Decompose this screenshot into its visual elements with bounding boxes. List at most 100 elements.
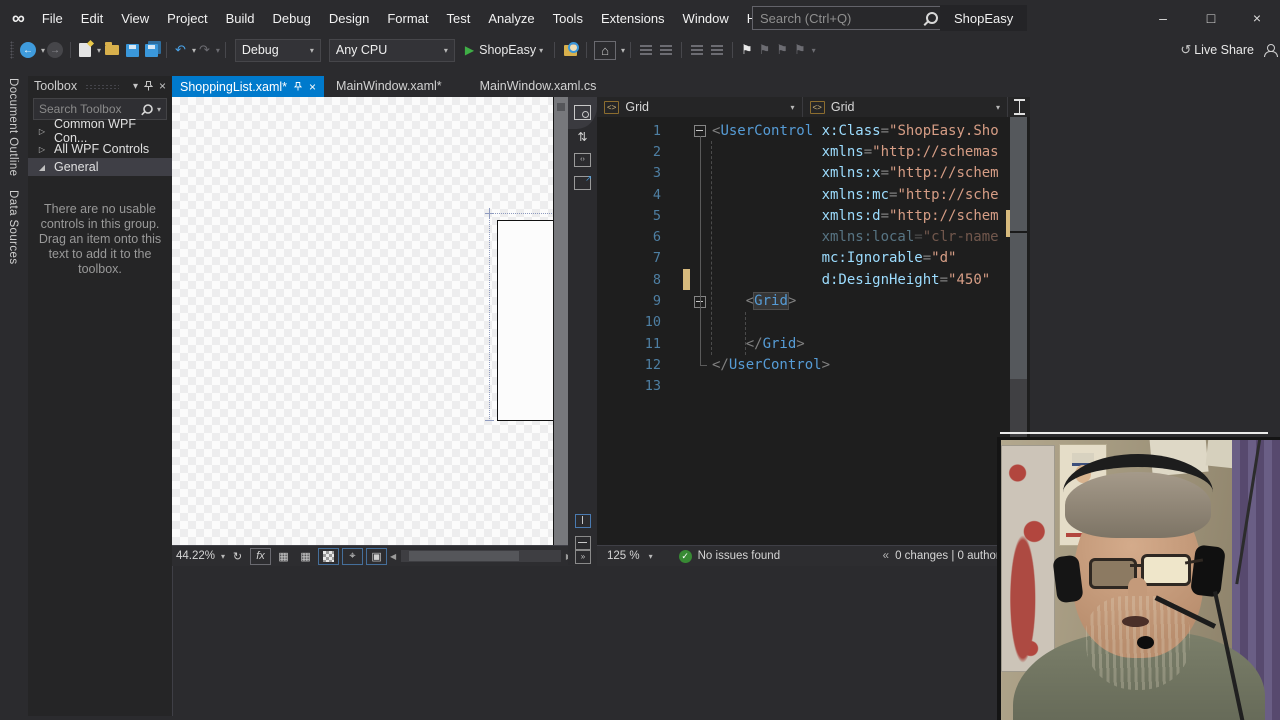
toggle-bookmark-icon[interactable]: ⚑ — [741, 42, 753, 58]
pin-icon[interactable] — [294, 82, 303, 91]
code-line-1[interactable]: 1 <UserControl x:Class="ShopEasy.Sho — [597, 120, 1030, 141]
code-line-9[interactable]: 9 <Grid> — [597, 290, 1030, 311]
maximize-button[interactable]: □ — [1188, 0, 1234, 36]
home-dropdown[interactable]: ▾ — [621, 46, 625, 55]
tab-mainwindow-xaml[interactable]: MainWindow.xaml* — [324, 76, 468, 97]
code-line-3[interactable]: 3 xmlns:x="http://schem — [597, 163, 1030, 184]
issues-status-text[interactable]: No issues found — [698, 550, 780, 562]
popout-xaml-icon[interactable]: ↗ — [574, 174, 592, 190]
scrollbar-thumb[interactable] — [409, 551, 520, 561]
solution-explorer-home-button[interactable]: ⌂ — [594, 40, 616, 60]
code-line-8[interactable]: 8 d:DesignHeight="450" — [597, 269, 1030, 291]
close-icon[interactable]: × — [159, 79, 166, 93]
menu-item-design[interactable]: Design — [320, 8, 378, 29]
undo-dropdown[interactable]: ▾ — [192, 46, 196, 55]
minimize-button[interactable]: – — [1140, 0, 1186, 36]
designer-code-splitter[interactable]: ⇅ ‹› ↗ » — [568, 97, 597, 565]
code-line-2[interactable]: 2 xmlns="http://schemas — [597, 141, 1030, 162]
tab-shoppinglist-xaml[interactable]: ShoppingList.xaml* × — [172, 76, 325, 97]
navigate-forward-button[interactable]: → — [47, 42, 64, 58]
menu-item-file[interactable]: File — [33, 8, 72, 29]
save-all-icon[interactable] — [145, 43, 159, 57]
solution-platform-select[interactable]: Any CPU ▾ — [328, 38, 455, 62]
xaml-view-icon[interactable]: ‹› — [574, 153, 591, 167]
code-line-11[interactable]: 11 </Grid> — [597, 333, 1030, 354]
open-file-icon[interactable] — [105, 42, 120, 55]
code-line-13[interactable]: 13 — [597, 376, 1030, 397]
menu-item-test[interactable]: Test — [438, 8, 480, 29]
panel-menu-icon[interactable]: ▾ — [133, 81, 138, 92]
menu-item-edit[interactable]: Edit — [72, 8, 112, 29]
new-project-icon[interactable] — [79, 43, 92, 57]
usercontrol-artboard[interactable] — [497, 220, 556, 421]
toolbox-group-general[interactable]: ◢ General — [28, 158, 172, 176]
design-view-icon[interactable] — [574, 105, 591, 120]
xaml-code-editor[interactable]: 1 <UserControl x:Class="ShopEasy.Sho 2 xml… — [597, 117, 1030, 548]
pin-icon[interactable] — [143, 81, 153, 91]
breadcrumb-right-select[interactable]: <> Grid ▾ — [803, 97, 1008, 117]
vertical-split-button[interactable] — [575, 514, 591, 528]
designer-vertical-scrollbar[interactable] — [554, 97, 568, 545]
chevron-down-icon[interactable]: ▾ — [649, 552, 653, 561]
menu-item-build[interactable]: Build — [217, 8, 264, 29]
navigate-back-dropdown[interactable]: ▾ — [41, 46, 45, 55]
toolbox-header[interactable]: Toolbox ▾ × — [28, 76, 172, 96]
scrollbar-thumb[interactable] — [1010, 117, 1027, 379]
xaml-designer-surface[interactable] — [172, 97, 568, 545]
show-grid-icon[interactable]: ▦ — [274, 549, 293, 564]
tab-data-sources[interactable]: Data Sources — [7, 190, 19, 264]
solution-configuration-select[interactable]: Debug ▾ — [234, 38, 321, 62]
menu-item-view[interactable]: View — [112, 8, 158, 29]
toolbar-grip[interactable] — [10, 41, 14, 59]
feedback-person-icon[interactable] — [1264, 43, 1278, 57]
code-line-10[interactable]: 10 — [597, 312, 1030, 333]
split-window-button[interactable] — [1008, 97, 1030, 117]
live-share-icon[interactable]: ↺ — [1180, 42, 1191, 58]
close-button[interactable]: × — [1234, 0, 1280, 36]
code-line-5[interactable]: 5 xmlns:d="http://schem — [597, 205, 1030, 226]
code-text: xmlns:mc="http://sche — [821, 186, 999, 203]
snaplines-toggle-icon[interactable]: ⌖ — [342, 547, 364, 565]
live-share-label[interactable]: Live Share — [1194, 43, 1254, 57]
new-project-dropdown[interactable]: ▾ — [97, 46, 101, 55]
snap-to-snaplines-icon[interactable]: ▣ — [366, 547, 388, 565]
menu-item-debug[interactable]: Debug — [264, 8, 320, 29]
start-debugging-button[interactable]: ▶ ShopEasy ▾ — [459, 43, 549, 57]
menu-item-analyze[interactable]: Analyze — [479, 8, 543, 29]
effects-toggle-icon[interactable]: fx — [250, 547, 272, 565]
xml-tag-icon: <> — [604, 100, 620, 114]
chevron-down-icon[interactable]: ▾ — [221, 552, 225, 561]
scroll-left-icon[interactable]: ◀ — [390, 552, 396, 561]
save-icon[interactable] — [126, 43, 140, 57]
toolbox-group-common-wpf[interactable]: ▷ Common WPF Con... — [28, 117, 172, 145]
designer-horizontal-scrollbar[interactable] — [401, 550, 561, 562]
codelens-chevron-icon[interactable]: « — [883, 550, 889, 562]
close-tab-icon[interactable]: × — [309, 80, 316, 94]
navigate-back-button[interactable]: ← — [20, 42, 36, 58]
editor-zoom-value[interactable]: 125 % — [607, 550, 640, 562]
undo-icon[interactable]: ↶ — [175, 42, 186, 58]
find-in-files-icon[interactable] — [564, 41, 580, 56]
menu-item-window[interactable]: Window — [674, 8, 738, 29]
code-line-12[interactable]: 12 </UserControl> — [597, 354, 1030, 375]
menu-item-format[interactable]: Format — [378, 8, 437, 29]
code-line-4[interactable]: 4 xmlns:mc="http://sche — [597, 184, 1030, 205]
designer-zoom-value[interactable]: 44.22% — [176, 550, 215, 562]
snap-grid-icon[interactable]: ▦ — [296, 549, 315, 564]
tab-mainwindow-xaml-cs[interactable]: MainWindow.xaml.cs — [468, 76, 623, 97]
breadcrumb-left-select[interactable]: <> Grid ▾ — [597, 97, 803, 117]
code-line-7[interactable]: 7 mc:Ignorable="d" — [597, 248, 1030, 269]
refresh-designer-icon[interactable]: ↻ — [228, 549, 247, 564]
menu-item-extensions[interactable]: Extensions — [592, 8, 674, 29]
code-line-6[interactable]: 6 xmlns:local="clr-name — [597, 226, 1030, 247]
quick-search-input[interactable]: Search (Ctrl+Q) — [752, 6, 946, 30]
toggle-artboard-background-button[interactable] — [318, 547, 340, 565]
swap-panes-icon[interactable]: ⇅ — [568, 130, 597, 144]
menu-item-tools[interactable]: Tools — [544, 8, 592, 29]
panel-resize-highlight[interactable] — [1000, 432, 1268, 434]
change-indicator — [683, 184, 690, 205]
collapse-pane-button[interactable]: » — [575, 550, 591, 564]
menu-item-project[interactable]: Project — [158, 8, 216, 29]
horizontal-split-button[interactable] — [575, 536, 591, 550]
tab-document-outline[interactable]: Document Outline — [7, 78, 19, 176]
